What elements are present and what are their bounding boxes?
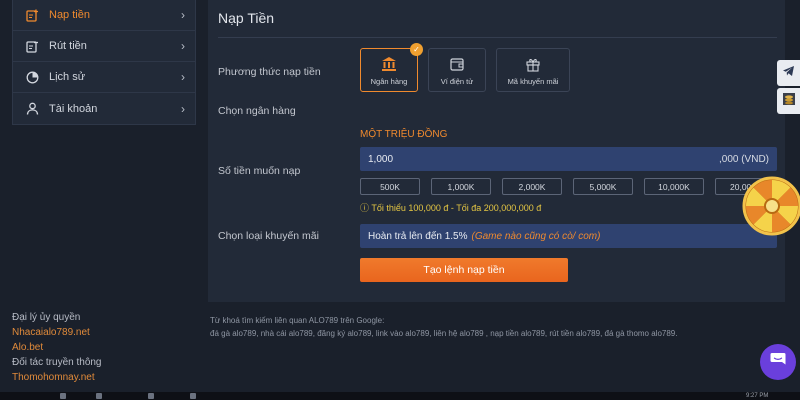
amount-label: Số tiền muốn nạp [218, 165, 301, 177]
amount-presets: 500K 1,000K 2,000K 5,000K 10,000K 20,00 [360, 178, 765, 195]
live-chat-button[interactable] [760, 344, 796, 380]
promo-select[interactable]: Hoàn trả lên đến 1.5% (Game nào cũng có … [360, 224, 777, 248]
preset-10000k-button[interactable]: 10,000K [644, 178, 704, 195]
account-sidebar: Nạp tiền › Rút tiền › Lịch sử › Tài khoả… [12, 0, 196, 125]
left-footer: Đại lý ủy quyền Nhacaialo789.net Alo.bet… [12, 310, 102, 385]
preset-2000k-button[interactable]: 2,000K [502, 178, 562, 195]
method-label-text: Ví điện tử [440, 76, 474, 86]
withdraw-icon [23, 40, 41, 53]
sidebar-item-deposit[interactable]: Nạp tiền › [13, 0, 195, 31]
preset-1000k-button[interactable]: 1,000K [431, 178, 491, 195]
telegram-icon [782, 64, 795, 82]
preset-5000k-button[interactable]: 5,000K [573, 178, 633, 195]
history-icon [23, 71, 41, 84]
agent-label: Đại lý ủy quyền [12, 312, 81, 323]
deposit-icon [23, 9, 41, 22]
taskbar-app-icon[interactable] [190, 393, 196, 399]
keywords-list: đá gà alo789, nhà cái alo789, đăng ký al… [210, 329, 678, 338]
sidebar-item-history[interactable]: Lịch sử › [13, 62, 195, 93]
method-label-text: Mã khuyến mãi [507, 76, 559, 86]
seo-keywords: Từ khoá tìm kiếm liên quan ALO789 trên G… [210, 314, 790, 340]
method-label: Phương thức nạp tiền [218, 66, 321, 78]
create-deposit-button[interactable]: Tạo lệnh nạp tiền [360, 258, 568, 282]
os-taskbar: 9:27 PM [0, 392, 800, 400]
partner-link[interactable]: Thomohomnay.net [12, 370, 102, 385]
preset-500k-button[interactable]: 500K [360, 178, 420, 195]
taskbar-app-icon[interactable] [148, 393, 154, 399]
telegram-button[interactable] [777, 60, 800, 86]
chat-bubble-icon [769, 351, 787, 374]
sidebar-item-label: Lịch sử [49, 71, 86, 83]
lucky-wheel-button[interactable] [742, 176, 800, 236]
bank-icon [381, 55, 397, 73]
amount-input[interactable]: 1,000 ,000 (VND) [360, 147, 777, 171]
title-divider [218, 37, 777, 38]
method-promo-code-button[interactable]: Mã khuyến mãi [496, 48, 570, 92]
chevron-right-icon: › [181, 8, 185, 22]
amount-limits-note: ⓘ Tối thiểu 100,000 đ - Tối đa 200,000,0… [360, 203, 542, 213]
user-icon [23, 102, 41, 115]
lucky-wheel-icon [742, 176, 800, 236]
method-ewallet-button[interactable]: Ví điện tử [428, 48, 486, 92]
sidebar-item-label: Nạp tiền [49, 9, 90, 21]
method-bank-button[interactable]: ✓ Ngân hàng [360, 43, 423, 92]
method-label-text: Ngân hàng [370, 76, 408, 86]
gift-icon [525, 55, 541, 73]
page-title: Nạp Tiền [218, 10, 275, 26]
amount-value: 1,000 [368, 153, 394, 165]
check-icon: ✓ [410, 43, 423, 56]
chevron-right-icon: › [181, 70, 185, 84]
payment-methods: ✓ Ngân hàng Ví điện tử Mã khuyến mãi [360, 43, 570, 92]
amount-in-words: MỘT TRIỆU ĐỒNG [360, 129, 448, 140]
promo-float-button[interactable] [777, 88, 800, 114]
coin-stack-icon [782, 92, 796, 111]
promo-label: Chọn loại khuyến mãi [218, 230, 319, 242]
sidebar-item-withdraw[interactable]: Rút tiền › [13, 31, 195, 62]
promo-value: Hoàn trả lên đến 1.5% [368, 230, 468, 242]
chevron-right-icon: › [181, 39, 185, 53]
sidebar-item-account[interactable]: Tài khoản › [13, 93, 195, 124]
taskbar-app-icon[interactable] [96, 393, 102, 399]
bank-label: Chọn ngân hàng [218, 105, 296, 117]
sidebar-item-label: Tài khoản [49, 102, 98, 115]
deposit-panel: Nạp Tiền Phương thức nạp tiền ✓ Ngân hàn… [208, 0, 785, 302]
amount-suffix: ,000 (VND) [718, 153, 769, 165]
taskbar-app-icon[interactable] [60, 393, 66, 399]
keywords-heading: Từ khoá tìm kiếm liên quan ALO789 trên G… [210, 316, 385, 325]
wallet-icon [449, 55, 465, 73]
chevron-right-icon: › [181, 101, 185, 116]
partner-label: Đối tác truyền thông [12, 357, 102, 368]
sidebar-item-label: Rút tiền [49, 40, 87, 52]
agent-link[interactable]: Nhacaialo789.net [12, 325, 102, 340]
taskbar-clock: 9:27 PM [746, 393, 769, 399]
promo-hint: (Game nào cũng có cò/ com) [471, 230, 601, 242]
brand-link[interactable]: Alo.bet [12, 340, 102, 355]
